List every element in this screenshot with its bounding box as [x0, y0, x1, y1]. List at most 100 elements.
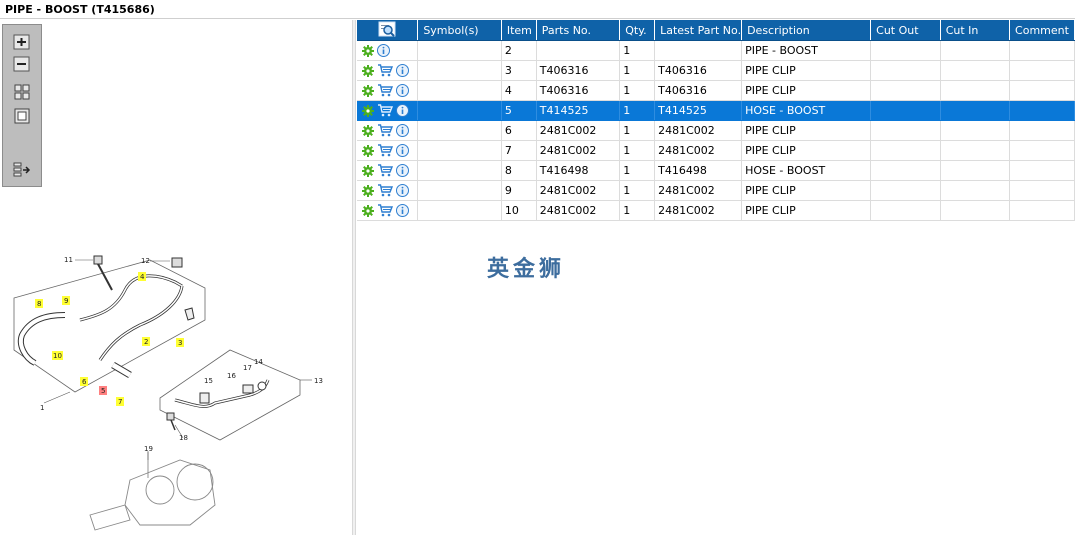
table-row[interactable]: 7 2481C002 1 2481C002 PIPE CLIP — [357, 140, 1075, 161]
callout-19[interactable]: 19 — [144, 445, 153, 453]
cart-icon[interactable] — [377, 64, 393, 77]
description-cell: PIPE CLIP — [741, 120, 872, 141]
actual-size-button[interactable] — [12, 107, 32, 125]
cart-icon[interactable] — [377, 84, 393, 97]
callout-17[interactable]: 17 — [243, 364, 252, 372]
qty-cell: 1 — [619, 60, 656, 81]
cart-icon[interactable] — [377, 164, 393, 177]
item-cell: 3 — [501, 60, 537, 81]
parts-diagram[interactable]: 11 12 4 8 9 2 3 10 6 5 7 1 13 14 15 16 1… — [0, 220, 340, 535]
cut-out-cell — [870, 120, 941, 141]
info-icon[interactable] — [396, 84, 409, 97]
row-actions-cell — [357, 60, 419, 81]
parts-no-cell: T416498 — [536, 160, 621, 181]
fit-view-button[interactable] — [12, 83, 32, 101]
info-icon[interactable] — [396, 104, 409, 117]
callout-14[interactable]: 14 — [254, 358, 263, 366]
export-button[interactable] — [12, 161, 32, 179]
callout-9[interactable]: 9 — [64, 297, 68, 305]
column-header-comment[interactable]: Comment — [1009, 20, 1075, 41]
cut-in-cell — [940, 40, 1011, 61]
qty-cell: 1 — [619, 180, 656, 201]
table-row[interactable]: 5 T414525 1 T414525 HOSE - BOOST — [357, 100, 1075, 121]
parts-no-cell: 2481C002 — [536, 140, 621, 161]
table-row[interactable]: 4 T406316 1 T406316 PIPE CLIP — [357, 80, 1075, 101]
find-column-header[interactable] — [357, 20, 419, 41]
table-row[interactable]: 9 2481C002 1 2481C002 PIPE CLIP — [357, 180, 1075, 201]
pane-splitter[interactable] — [352, 20, 356, 535]
row-actions-cell — [357, 200, 419, 221]
actual-size-icon — [14, 108, 30, 124]
cut-in-cell — [940, 180, 1011, 201]
info-icon[interactable] — [396, 204, 409, 217]
gear-icon[interactable] — [362, 64, 374, 77]
info-icon[interactable] — [396, 64, 409, 77]
gear-icon[interactable] — [362, 204, 374, 217]
column-header-cut-out[interactable]: Cut Out — [870, 20, 941, 41]
column-header-qty[interactable]: Qty. — [619, 20, 656, 41]
callout-8[interactable]: 8 — [37, 300, 41, 308]
info-icon[interactable] — [377, 44, 390, 57]
callout-2[interactable]: 2 — [144, 338, 148, 346]
comment-cell — [1009, 40, 1075, 61]
info-icon[interactable] — [396, 144, 409, 157]
info-icon[interactable] — [396, 124, 409, 137]
table-row[interactable]: 10 2481C002 1 2481C002 PIPE CLIP — [357, 200, 1075, 221]
callout-18[interactable]: 18 — [179, 434, 188, 442]
latest-part-no-cell: 2481C002 — [654, 200, 743, 221]
table-row[interactable]: 8 T416498 1 T416498 HOSE - BOOST — [357, 160, 1075, 181]
row-actions-cell — [357, 100, 419, 121]
fit-icon — [14, 84, 30, 100]
column-header-symbols[interactable]: Symbol(s) — [417, 20, 502, 41]
cut-out-cell — [870, 100, 941, 121]
cart-icon[interactable] — [377, 144, 393, 157]
gear-icon[interactable] — [362, 84, 374, 97]
zoom-in-button[interactable] — [12, 33, 32, 51]
callout-4[interactable]: 4 — [140, 273, 145, 281]
table-row[interactable]: 3 T406316 1 T406316 PIPE CLIP — [357, 60, 1075, 81]
zoom-out-button[interactable] — [12, 55, 32, 73]
callout-6[interactable]: 6 — [82, 378, 87, 386]
parts-grid: Symbol(s) Item Parts No. Qty. Latest Par… — [357, 20, 1075, 535]
column-header-parts-no[interactable]: Parts No. — [536, 20, 621, 41]
gear-icon[interactable] — [362, 164, 374, 177]
column-header-item[interactable]: Item — [501, 20, 537, 41]
callout-5[interactable]: 5 — [101, 387, 105, 395]
item-cell: 2 — [501, 40, 537, 61]
info-icon[interactable] — [396, 164, 409, 177]
gear-icon[interactable] — [362, 44, 374, 57]
callout-1[interactable]: 1 — [40, 404, 44, 412]
latest-part-no-cell: T406316 — [654, 60, 743, 81]
table-row[interactable]: 6 2481C002 1 2481C002 PIPE CLIP — [357, 120, 1075, 141]
cart-icon[interactable] — [377, 204, 393, 217]
callout-10[interactable]: 10 — [53, 352, 62, 360]
column-header-latest-part-no[interactable]: Latest Part No. — [654, 20, 743, 41]
callout-11[interactable]: 11 — [64, 256, 73, 264]
callout-16[interactable]: 16 — [227, 372, 236, 380]
callout-15[interactable]: 15 — [204, 377, 213, 385]
gear-icon[interactable] — [362, 184, 374, 197]
info-icon[interactable] — [396, 184, 409, 197]
description-cell: PIPE CLIP — [741, 140, 872, 161]
parts-no-cell: T406316 — [536, 80, 621, 101]
diagram-toolbar — [2, 24, 42, 187]
callout-3[interactable]: 3 — [178, 339, 182, 347]
table-row[interactable]: 2 1 PIPE - BOOST — [357, 40, 1075, 61]
cart-icon[interactable] — [377, 124, 393, 137]
comment-cell — [1009, 60, 1075, 81]
cart-icon[interactable] — [377, 184, 393, 197]
column-header-description[interactable]: Description — [741, 20, 872, 41]
symbols-cell — [417, 100, 502, 121]
description-cell: HOSE - BOOST — [741, 100, 872, 121]
gear-icon[interactable] — [362, 104, 374, 117]
parts-table: Symbol(s) Item Parts No. Qty. Latest Par… — [357, 20, 1075, 221]
callout-12[interactable]: 12 — [141, 257, 150, 265]
callout-13[interactable]: 13 — [314, 377, 323, 385]
column-header-cut-in[interactable]: Cut In — [940, 20, 1011, 41]
parts-no-cell: 2481C002 — [536, 180, 621, 201]
symbols-cell — [417, 160, 502, 181]
gear-icon[interactable] — [362, 124, 374, 137]
gear-icon[interactable] — [362, 144, 374, 157]
cart-icon[interactable] — [377, 104, 393, 117]
callout-7[interactable]: 7 — [118, 398, 122, 406]
